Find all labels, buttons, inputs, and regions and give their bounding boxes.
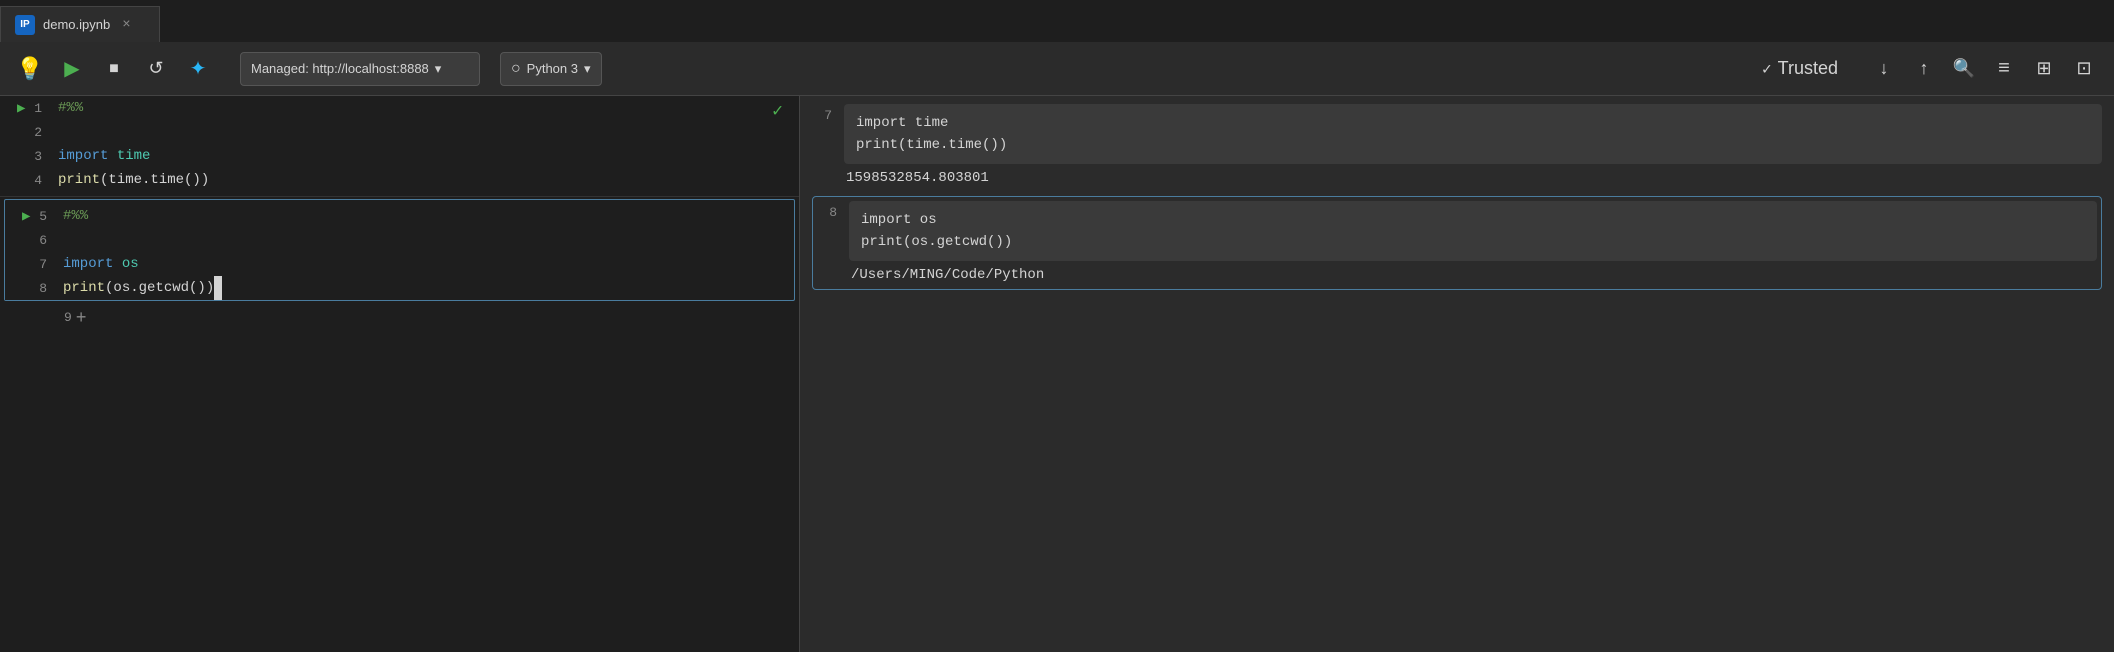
cell-1-code[interactable]: #%% import time print(time.time()): [50, 96, 799, 192]
code-line-6: [63, 228, 786, 252]
copilot-button[interactable]: ✦: [180, 51, 216, 87]
line-numbers-col-1: ▶ 1 2 3 4: [0, 96, 50, 192]
tab-bar: IP demo.ipynb ×: [0, 0, 2114, 42]
kernel-dropdown-icon: ▾: [584, 61, 591, 77]
search-toolbar-button[interactable]: 🔍: [1946, 51, 1982, 87]
add-cell-button[interactable]: +: [76, 307, 87, 328]
cell-2-code[interactable]: #%% import os print(os.getcwd()): [55, 204, 794, 300]
tab-close-button[interactable]: ×: [122, 17, 130, 33]
kernel-circle-icon: ○: [511, 60, 521, 78]
kernel-label: Python 3: [527, 61, 578, 76]
cell-1-checkmark: ✓: [772, 100, 783, 122]
tab-demo-ipynb[interactable]: IP demo.ipynb ×: [0, 6, 160, 42]
code-line-4: print(time.time()): [58, 168, 791, 192]
grid-toolbar-button[interactable]: ⊞: [2026, 51, 2062, 87]
trusted-checkmark: ✓: [1762, 59, 1772, 79]
output-cell-7: 7 import timeprint(time.time()) 15985328…: [812, 104, 2102, 188]
run-cell-1-icon[interactable]: ▶: [12, 100, 30, 117]
restart-button[interactable]: ↺: [138, 51, 174, 87]
toolbar-right-buttons: ↓ ↑ 🔍 ≡ ⊞ ⊡: [1866, 51, 2102, 87]
line-8-num: 8: [5, 276, 55, 300]
toolbar: 💡 ▶ ■ ↺ ✦ Managed: http://localhost:8888…: [0, 42, 2114, 96]
output-cell-8-code: import osprint(os.getcwd()): [849, 201, 2097, 261]
run-button[interactable]: ▶: [54, 51, 90, 87]
run-cell-2-icon[interactable]: ▶: [17, 208, 35, 225]
server-label: Managed: http://localhost:8888: [251, 61, 429, 76]
code-line-8[interactable]: print(os.getcwd()): [63, 276, 786, 300]
add-cell-row: 9 +: [0, 303, 799, 331]
output-cell-7-num: 7: [812, 104, 832, 188]
output-cell-8-result: /Users/MING/Code/Python: [849, 261, 2097, 285]
stop-button[interactable]: ■: [96, 51, 132, 87]
output-cell-8-num: 8: [817, 201, 837, 285]
line-9-num: 9: [64, 310, 72, 325]
output-panel: 7 import timeprint(time.time()) 15985328…: [800, 96, 2114, 652]
output-cell-7-code: import timeprint(time.time()): [844, 104, 2102, 164]
cell-2[interactable]: ▶ 5 6 7 8 #%% import os print(os.getcwd(…: [4, 199, 795, 301]
code-line-5: #%%: [63, 204, 786, 228]
upload-toolbar-button[interactable]: ↑: [1906, 51, 1942, 87]
server-dropdown-icon: ▾: [435, 61, 442, 77]
trusted-label: Trusted: [1778, 58, 1838, 79]
cell-1[interactable]: ▶ 1 2 3 4 #%% import time print(time.tim…: [0, 96, 799, 197]
menu-toolbar-button[interactable]: ≡: [1986, 51, 2022, 87]
download-toolbar-button[interactable]: ↓: [1866, 51, 1902, 87]
output-cell-7-result: 1598532854.803801: [844, 164, 2102, 188]
code-line-3: import time: [58, 144, 791, 168]
output-cell-8-content: import osprint(os.getcwd()) /Users/MING/…: [849, 201, 2097, 285]
main-area: ▶ 1 2 3 4 #%% import time print(time.tim…: [0, 96, 2114, 652]
line-numbers-col-2: ▶ 5 6 7 8: [5, 204, 55, 300]
trusted-area: ✓ Trusted: [1762, 58, 1838, 79]
editor-panel[interactable]: ▶ 1 2 3 4 #%% import time print(time.tim…: [0, 96, 800, 652]
code-line-7: import os: [63, 252, 786, 276]
line-6-num: 6: [5, 228, 55, 252]
output-cell-7-content: import timeprint(time.time()) 1598532854…: [844, 104, 2102, 188]
output-cell-8: 8 import osprint(os.getcwd()) /Users/MIN…: [812, 196, 2102, 290]
code-line-2: [58, 120, 791, 144]
cell-2-inner: ▶ 5 6 7 8 #%% import os print(os.getcwd(…: [5, 204, 794, 300]
line-4-num: 4: [0, 168, 50, 192]
line-7-num: 7: [5, 252, 55, 276]
tab-icon: IP: [15, 15, 35, 35]
cell-1-inner: ▶ 1 2 3 4 #%% import time print(time.tim…: [0, 96, 799, 192]
code-line-1: #%%: [58, 96, 791, 120]
window-toolbar-button[interactable]: ⊡: [2066, 51, 2102, 87]
line-1-num: ▶ 1: [0, 96, 50, 120]
line-5-num: ▶ 5: [5, 204, 55, 228]
line-2-num: 2: [0, 120, 50, 144]
kernel-selector[interactable]: ○ Python 3 ▾: [500, 52, 602, 86]
tab-title: demo.ipynb: [43, 17, 110, 32]
line-3-num: 3: [0, 144, 50, 168]
lightbulb-button[interactable]: 💡: [12, 51, 48, 87]
server-selector[interactable]: Managed: http://localhost:8888 ▾: [240, 52, 480, 86]
